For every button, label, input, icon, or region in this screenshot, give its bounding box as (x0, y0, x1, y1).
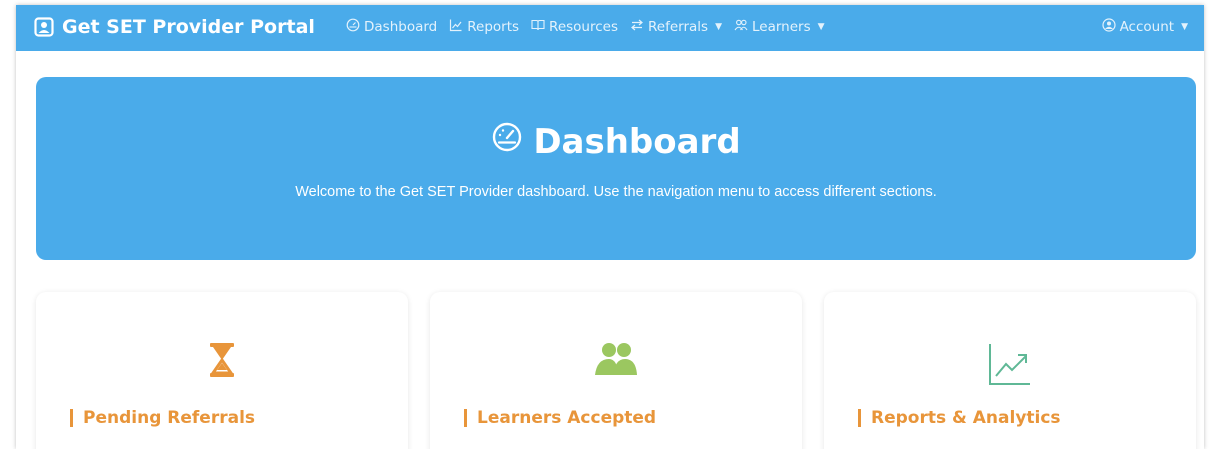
card-title: Reports & Analytics (858, 408, 1061, 428)
book-open-icon (531, 18, 545, 36)
nav-item-label: Reports (467, 19, 520, 35)
users-icon (594, 342, 638, 380)
users-icon (734, 18, 748, 36)
card-title-text: Pending Referrals (83, 408, 256, 428)
card-title-text: Reports & Analytics (871, 408, 1061, 428)
nav-item-referrals[interactable]: Referrals ▼ (630, 18, 722, 36)
card-pending-referrals[interactable]: Pending Referrals (36, 292, 408, 449)
nav-item-label: Dashboard (364, 19, 438, 35)
card-title-text: Learners Accepted (477, 408, 657, 428)
card-title: Pending Referrals (70, 408, 255, 428)
dashboard-hero: Dashboard Welcome to the Get SET Provide… (36, 77, 1196, 260)
nav-item-reports[interactable]: Reports (449, 18, 519, 36)
arrows-exchange-icon (630, 18, 644, 36)
nav-item-resources[interactable]: Resources (531, 18, 618, 36)
card-reports-analytics[interactable]: Reports & Analytics (824, 292, 1196, 449)
dashboard-gauge-icon (346, 18, 360, 36)
hero-title-text: Dashboard (533, 121, 741, 162)
chevron-down-icon: ▼ (817, 22, 825, 32)
main-nav: Dashboard Reports Resources Referrals ▼ (346, 18, 825, 36)
nav-item-learners[interactable]: Learners ▼ (734, 18, 825, 36)
hero-subtitle: Welcome to the Get SET Provider dashboar… (295, 184, 937, 200)
chevron-down-icon: ▼ (1181, 22, 1188, 32)
chart-line-icon (988, 342, 1032, 390)
id-badge-icon (34, 17, 54, 37)
nav-item-label: Referrals (648, 19, 709, 35)
top-navbar: Get SET Provider Portal Dashboard Report… (16, 5, 1204, 51)
chevron-down-icon: ▼ (715, 22, 722, 32)
nav-item-label: Resources (549, 19, 618, 35)
page-title: Dashboard (36, 121, 1196, 162)
app-window: Get SET Provider Portal Dashboard Report… (16, 5, 1204, 449)
nav-item-label: Learners (751, 19, 811, 35)
dashboard-gauge-icon (491, 121, 523, 162)
brand-link[interactable]: Get SET Provider Portal (34, 14, 315, 40)
account-menu[interactable]: Account ▼ (1101, 18, 1188, 36)
nav-item-dashboard[interactable]: Dashboard (346, 18, 437, 36)
card-learners-accepted[interactable]: Learners Accepted (430, 292, 802, 449)
account-label: Account (1119, 19, 1175, 35)
brand-title: Get SET Provider Portal (62, 16, 315, 38)
accent-bar (70, 409, 73, 427)
card-title: Learners Accepted (464, 408, 656, 428)
accent-bar (464, 409, 467, 427)
chart-line-icon (449, 18, 463, 36)
user-circle-icon (1101, 18, 1116, 36)
accent-bar (858, 409, 861, 427)
hourglass-icon (209, 342, 235, 382)
